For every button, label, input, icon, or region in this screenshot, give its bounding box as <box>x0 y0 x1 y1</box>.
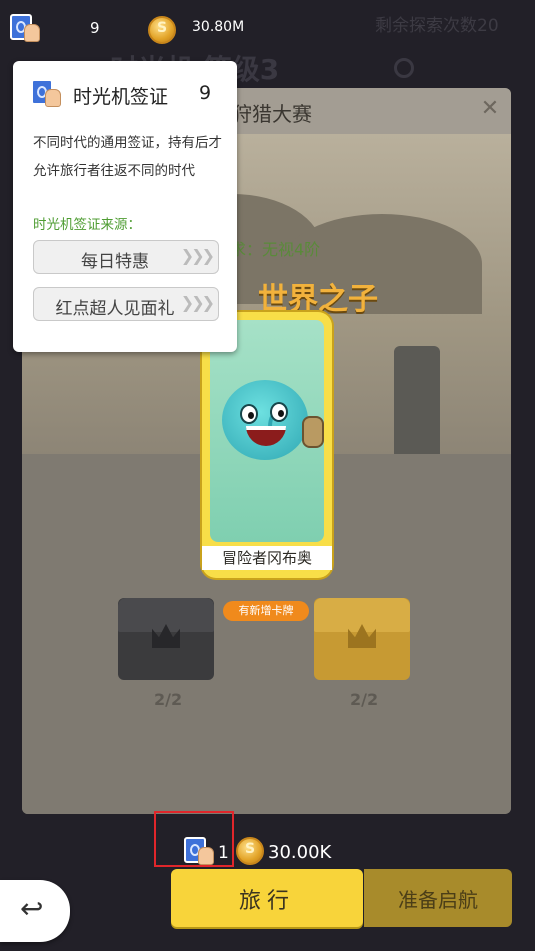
travel-button[interactable]: 旅行 <box>171 869 363 927</box>
coin-icon <box>236 837 264 865</box>
tooltip-title: 时光机签证 <box>73 86 169 108</box>
dark-chest[interactable] <box>118 598 214 680</box>
travel-label: 旅行 <box>238 889 295 914</box>
visa-tooltip: 时光机签证 9 不同时代的通用签证，持有后才允许旅行者往返不同的时代 时光机签证… <box>13 61 237 352</box>
back-arrow-icon: ↩ <box>20 892 44 925</box>
close-icon[interactable]: ✕ <box>477 96 503 122</box>
source-button-red-dot-gift[interactable]: 红点超人见面礼 ❯❯❯ <box>33 287 219 321</box>
visa-icon[interactable] <box>10 12 40 42</box>
source-label: 每日特惠 <box>81 252 149 272</box>
prepare-depart-button[interactable]: 准备启航 <box>364 869 512 927</box>
visa-count: 9 <box>90 19 100 37</box>
gumball-character <box>222 380 308 460</box>
chevron-arrows-icon: ❯❯❯ <box>180 293 215 312</box>
highlight-box <box>154 811 234 867</box>
new-card-badge: 有新增卡牌 <box>223 601 309 621</box>
gold-chest-count: 2/2 <box>350 690 379 709</box>
tooltip-count: 9 <box>199 82 212 104</box>
gold-chest[interactable] <box>314 598 410 680</box>
source-button-daily-deal[interactable]: 每日特惠 ❯❯❯ <box>33 240 219 274</box>
coin-amount: 30.80M <box>192 19 245 35</box>
dark-chest-count: 2/2 <box>154 690 183 709</box>
tooltip-source-label: 时光机签证来源： <box>33 217 141 233</box>
visa-icon <box>31 77 61 107</box>
chevron-arrows-icon: ❯❯❯ <box>180 246 215 265</box>
coin-cost: 30.00K <box>268 842 332 863</box>
panel-heading: 狩猎大赛 <box>232 102 312 126</box>
requirement-text: 求：无视4阶 <box>230 240 321 259</box>
prepare-depart-label: 准备启航 <box>398 888 478 912</box>
source-label: 红点超人见面礼 <box>55 299 175 319</box>
top-resource-bar: 9 30.80M 剩余探索次数20 <box>0 0 535 54</box>
card-name: 冒险者冈布奥 <box>202 546 332 570</box>
tooltip-description: 不同时代的通用签证，持有后才允许旅行者往返不同的时代 <box>33 135 222 179</box>
back-button[interactable]: ↩ <box>0 880 70 942</box>
coin-icon <box>148 16 176 44</box>
explore-remaining-text: 剩余探索次数20 <box>375 16 499 36</box>
search-icon[interactable] <box>394 58 414 78</box>
card-portrait <box>210 320 324 542</box>
